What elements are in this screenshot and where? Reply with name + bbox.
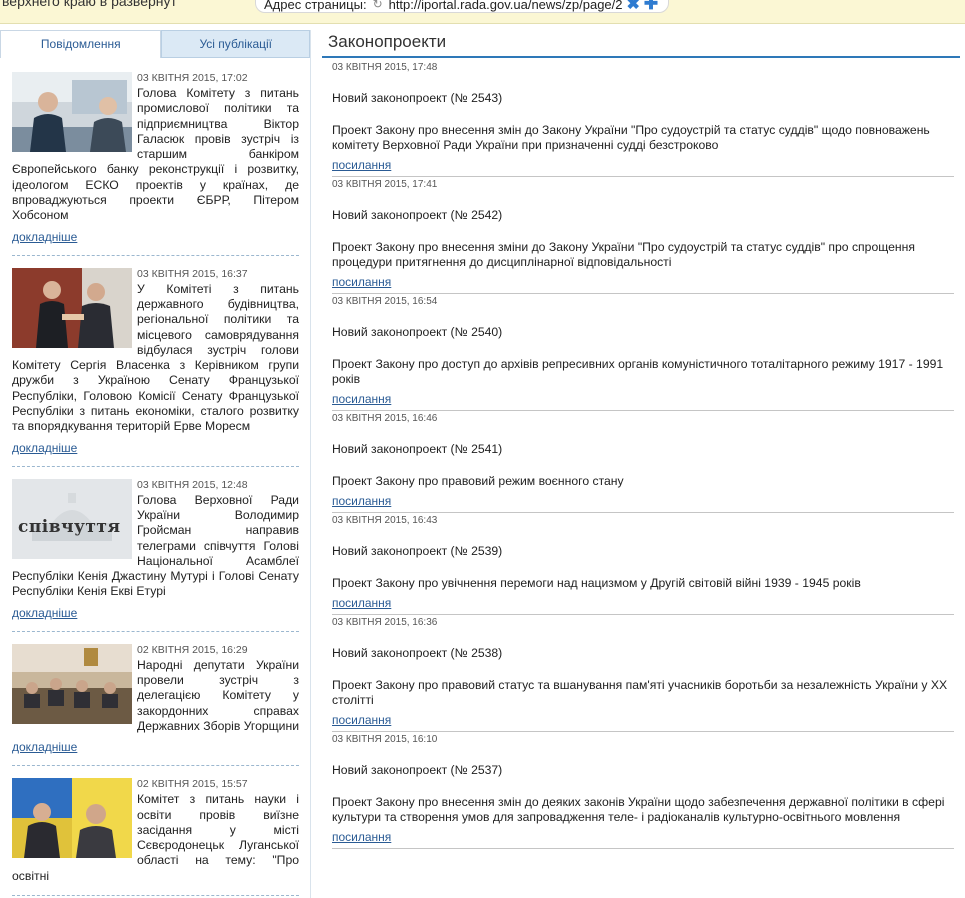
add-icon[interactable]: ✚ [644,0,658,14]
more-link[interactable]: докладніше [12,230,77,244]
more-link[interactable]: докладніше [12,441,77,455]
news-item: співчуття 03 КВІТНЯ 2015, 12:48 Голова Вер… [12,478,299,632]
bill-link[interactable]: посилання [332,494,391,508]
tab-messages[interactable]: Повідомлення [0,30,162,58]
bill-heading: Новий законопроект (№ 2541) [332,442,503,456]
bills-panel: Законопроекти 03 КВІТНЯ 2015, 17:48 Новий… [322,30,960,849]
news-item: 03 КВІТНЯ 2015, 16:37 У Комітеті з питань… [12,267,299,467]
address-label: Адрес страницы: [264,0,367,12]
bill-item: 03 КВІТНЯ 2015, 16:43 Новий законопроект … [332,513,954,615]
bill-item: 03 КВІТНЯ 2015, 16:54 Новий законопроект … [332,294,954,411]
bill-link[interactable]: посилання [332,830,391,844]
bill-date: 03 КВІТНЯ 2015, 17:48 [332,62,438,73]
bill-date: 03 КВІТНЯ 2015, 16:54 [332,296,438,307]
bill-link[interactable]: посилання [332,158,391,172]
bill-item: 03 КВІТНЯ 2015, 16:10 Новий законопроект … [332,732,954,849]
bill-heading: Новий законопроект (№ 2539) [332,544,503,558]
sidebar-tabs: Повідомлення Усі публікації [0,30,310,58]
news-list: 03 КВІТНЯ 2015, 17:02 Голова Комітету з п… [0,58,310,896]
bill-description: Проект Закону про правовий режим воєнног… [332,474,624,488]
bill-link[interactable]: посилання [332,392,391,406]
more-link[interactable]: докладніше [12,606,77,620]
bill-heading: Новий законопроект (№ 2543) [332,91,503,105]
bill-item: 03 КВІТНЯ 2015, 17:41 Новий законопроект … [332,177,954,294]
news-item: 02 КВІТНЯ 2015, 16:29 Народні депутати Ук… [12,643,299,767]
condolence-image[interactable]: співчуття [12,478,132,559]
close-icon[interactable]: ✖ [627,0,640,14]
bill-description: Проект Закону про доступ до архівів репр… [332,357,944,386]
bill-item: 03 КВІТНЯ 2015, 16:36 Новий законопроект … [332,615,954,732]
bill-date: 03 КВІТНЯ 2015, 16:10 [332,734,438,745]
session-photo[interactable] [12,778,132,859]
bill-heading: Новий законопроект (№ 2537) [332,763,503,777]
delegation-photo[interactable] [12,643,132,724]
tab-all-publications[interactable]: Усі публікації [161,30,310,58]
more-link[interactable]: докладніше [12,740,77,754]
bill-date: 03 КВІТНЯ 2015, 16:43 [332,515,438,526]
bill-item: 03 КВІТНЯ 2015, 17:48 Новий законопроект … [332,60,954,177]
bill-heading: Новий законопроект (№ 2542) [332,208,503,222]
address-url[interactable]: http://iportal.rada.gov.ua/news/zp/page/… [389,0,623,12]
address-strip: верхнего краю в развернут Адрес страницы… [0,0,965,24]
bill-link[interactable]: посилання [332,275,391,289]
bill-description: Проект Закону про правовий статус та вша… [332,678,948,707]
bill-date: 03 КВІТНЯ 2015, 16:36 [332,617,438,628]
refresh-icon[interactable]: ↻ [371,0,385,11]
condolence-label: співчуття [18,516,121,537]
handshake-photo[interactable] [12,267,132,348]
bill-link[interactable]: посилання [332,596,391,610]
bill-date: 03 КВІТНЯ 2015, 16:46 [332,413,438,424]
bill-heading: Новий законопроект (№ 2538) [332,646,503,660]
bill-date: 03 КВІТНЯ 2015, 17:41 [332,179,438,190]
bill-item: 03 КВІТНЯ 2015, 16:46 Новий законопроект … [332,411,954,513]
news-item: 03 КВІТНЯ 2015, 17:02 Голова Комітету з п… [12,72,299,256]
news-sidebar: Повідомлення Усі публікації 03 КВІТНЯ 20… [0,30,311,898]
bill-description: Проект Закону про внесення зміни до Зако… [332,240,915,269]
clipped-heading: верхнего краю в развернут [2,0,177,9]
bill-link[interactable]: посилання [332,713,391,727]
bill-heading: Новий законопроект (№ 2540) [332,325,503,339]
meeting-photo[interactable] [12,72,132,152]
bill-description: Проект Закону про внесення змін до деяки… [332,795,945,824]
bills-list: 03 КВІТНЯ 2015, 17:48 Новий законопроект … [322,58,960,849]
bill-description: Проект Закону про увічнення перемоги над… [332,576,861,590]
address-bar[interactable]: Адрес страницы: ↻ http://iportal.rada.go… [255,0,670,14]
bill-description: Проект Закону про внесення змін до Закон… [332,123,930,152]
bills-title: Законопроекти [322,30,960,58]
news-item: 02 КВІТНЯ 2015, 15:57 Комітет з питань на… [12,778,299,896]
